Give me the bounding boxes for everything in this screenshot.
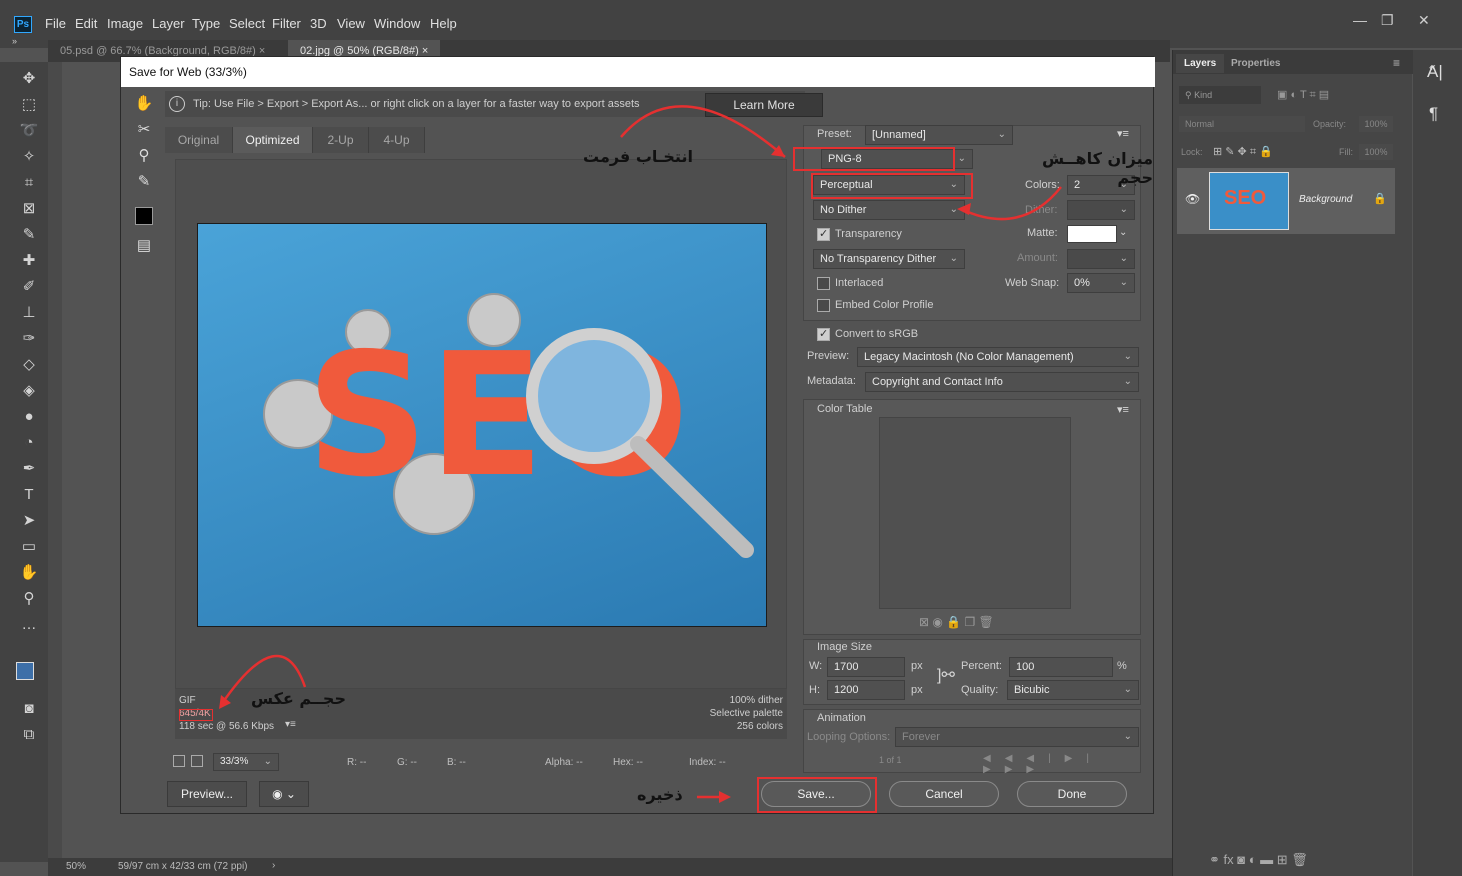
layer-actions[interactable]: ⚭ fx ◙ ◐ ▬ ⊞ 🗑 (1209, 852, 1308, 868)
tab-properties[interactable]: Properties (1223, 54, 1288, 73)
opacity-label: Opacity: (1313, 119, 1347, 129)
paragraph-icon[interactable]: ¶ (1429, 104, 1438, 124)
pen-tool-icon[interactable]: ✒ (18, 458, 40, 480)
quick-mask-icon[interactable]: ◙ (18, 698, 40, 720)
type-tool-icon[interactable]: T (18, 484, 40, 506)
arrowhead (957, 203, 971, 215)
history-brush-icon[interactable]: ✑ (18, 328, 40, 350)
healing-tool-icon[interactable]: ✚ (18, 250, 40, 272)
arrow-size (219, 654, 307, 706)
restore-icon[interactable]: ❐ (1381, 12, 1394, 29)
menu-view[interactable]: View (337, 16, 365, 31)
close-icon[interactable]: ✕ (1418, 12, 1430, 29)
stamp-tool-icon[interactable]: ⊥ (18, 302, 40, 324)
photoshop-logo: Ps (14, 16, 32, 33)
lock-icon: 🔒 (1373, 193, 1387, 205)
foreground-color-swatch[interactable] (16, 662, 34, 680)
brush-tool-icon[interactable]: ✐ (18, 276, 40, 298)
dodge-tool-icon[interactable]: ◔ (18, 432, 40, 454)
crop-tool-icon[interactable]: ⌗ (18, 172, 40, 194)
menu-type[interactable]: Type (192, 16, 220, 31)
paint-bucket-icon[interactable]: ◈ (18, 380, 40, 402)
layer-thumbnail: SEO (1209, 172, 1289, 230)
layer-name[interactable]: Background (1299, 194, 1352, 205)
lasso-tool-icon[interactable]: ➰ (18, 120, 40, 142)
tools-panel: ✥ ⬚ ➰ ✧ ⌗ ⊠ ✎ ✚ ✐ ⊥ ✑ ◇ ◈ ● ◔ ✒ T ➤ ▭ ✋ … (0, 62, 48, 862)
lock-icons[interactable]: ⊞ ✎ ✥ ⌗ 🔒 (1213, 145, 1273, 159)
menu-select[interactable]: Select (229, 16, 265, 31)
frame-tool-icon[interactable]: ⊠ (18, 198, 40, 220)
move-tool-icon[interactable]: ✥ (18, 68, 40, 90)
layers-panel: Layers Properties ≡ ⚲ Kind ▣ ◐ T ⌗ ▤ Nor… (1172, 50, 1413, 876)
chevron-right-icon[interactable]: › (272, 860, 275, 871)
blur-tool-icon[interactable]: ● (18, 406, 40, 428)
thumbnail-seo-text: SEO (1224, 187, 1267, 209)
panel-menu-icon[interactable]: ≡ (1393, 56, 1400, 70)
fill-field[interactable]: 100% (1359, 144, 1393, 160)
arrowhead (719, 791, 731, 803)
magic-wand-icon[interactable]: ✧ (18, 146, 40, 168)
screen-mode-icon[interactable]: ⧉ (18, 724, 40, 746)
menu-window[interactable]: Window (374, 16, 420, 31)
status-bar: 50% 59/97 cm x 42/33 cm (72 ppi) › (48, 858, 1172, 876)
layer-kind-filter[interactable]: ⚲ Kind (1179, 86, 1261, 104)
filter-icons[interactable]: ▣ ◐ T ⌗ ▤ (1277, 88, 1329, 102)
menu-filter[interactable]: Filter (272, 16, 301, 31)
minimize-icon[interactable]: — (1353, 12, 1367, 28)
rectangle-tool-icon[interactable]: ▭ (18, 536, 40, 558)
arrow-reduction (960, 186, 1062, 221)
zoom-level[interactable]: 50% (66, 861, 86, 872)
layer-row-background[interactable]: 👁 SEO Background 🔒 (1177, 168, 1395, 234)
arrowhead (219, 695, 231, 709)
eraser-tool-icon[interactable]: ◇ (18, 354, 40, 376)
annotation-arrows (219, 105, 1062, 803)
path-select-icon[interactable]: ➤ (18, 510, 40, 532)
fill-label: Fill: (1339, 147, 1353, 157)
save-for-web-dialog: Save for Web (33/3%) ✋ ✂ ⚲ ✎ ▤ i Tip: Us… (120, 56, 1155, 814)
more-tools-icon[interactable]: … (18, 614, 40, 636)
hand-tool-icon[interactable]: ✋ (18, 562, 40, 584)
blend-mode-select[interactable]: Normal (1179, 116, 1305, 132)
zoom-tool-icon[interactable]: ⚲ (18, 588, 40, 610)
menu-file[interactable]: File (45, 16, 66, 31)
vertical-ruler (48, 62, 62, 860)
document-size: 59/97 cm x 42/33 cm (72 ppi) (118, 861, 248, 872)
menu-edit[interactable]: Edit (75, 16, 97, 31)
ai-character-icon[interactable]: A| (1427, 62, 1443, 82)
right-icon-strip: « A| ¶ (1413, 50, 1462, 876)
menu-3d[interactable]: 3D (310, 16, 327, 31)
menu-help[interactable]: Help (430, 16, 457, 31)
lock-label: Lock: (1181, 147, 1203, 157)
eyedropper-icon[interactable]: ✎ (18, 224, 40, 246)
arrow-format (620, 105, 786, 158)
tab-layers[interactable]: Layers (1176, 54, 1225, 73)
marquee-tool-icon[interactable]: ⬚ (18, 94, 40, 116)
menu-layer[interactable]: Layer (152, 16, 185, 31)
expand-icon[interactable]: » (12, 36, 17, 46)
opacity-field[interactable]: 100% (1359, 116, 1393, 132)
eye-icon[interactable]: 👁 (1185, 192, 1200, 206)
menu-image[interactable]: Image (107, 16, 143, 31)
